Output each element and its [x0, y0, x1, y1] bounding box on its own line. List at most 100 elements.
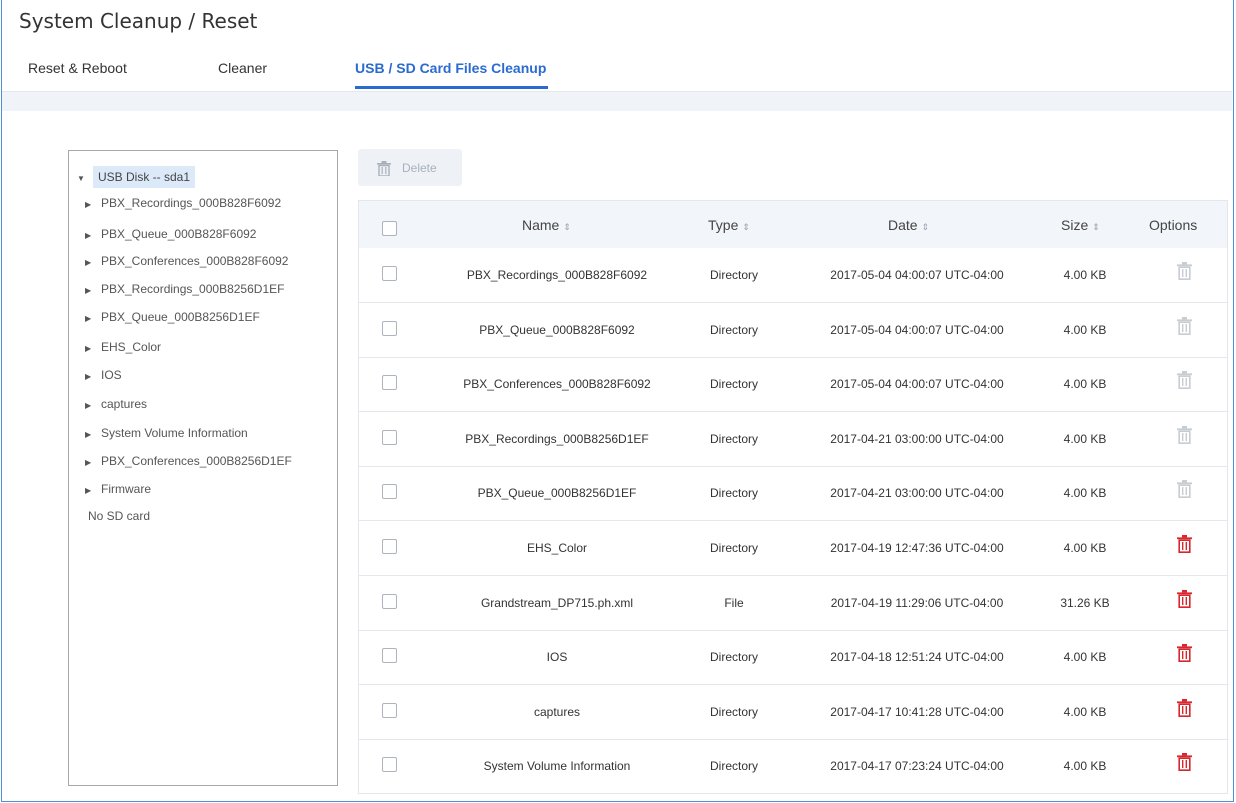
cell-name: IOS	[546, 650, 568, 665]
row-checkbox[interactable]	[382, 539, 397, 554]
table-row[interactable]: PBX_Recordings_000B828F6092 Directory 2017…	[359, 248, 1227, 303]
row-checkbox[interactable]	[382, 266, 397, 281]
cell-date: 2017-04-19 11:29:06 UTC-04:00	[830, 595, 1004, 610]
cell-name: System Volume Information	[483, 759, 631, 774]
tab-reset-reboot[interactable]: Reset & Reboot	[28, 60, 127, 76]
tree-item[interactable]: ▶ PBX_Conferences_000B8256D1EF	[85, 451, 292, 471]
trash-icon	[1177, 262, 1192, 283]
cell-size: 4.00 KB	[1063, 486, 1107, 501]
cell-name: Grandstream_DP715.ph.xml	[480, 595, 634, 610]
caret-right-icon[interactable]: ▶	[85, 195, 97, 215]
table-row[interactable]: PBX_Conferences_000B828F6092 Directory 201…	[359, 357, 1227, 413]
caret-right-icon[interactable]: ▶	[85, 396, 97, 416]
cell-type: Directory	[709, 431, 758, 446]
caret-right-icon[interactable]: ▶	[85, 226, 97, 246]
table-row[interactable]: Grandstream_DP715.ph.xml File 2017-04-19 1…	[359, 576, 1227, 631]
trash-icon[interactable]	[1177, 698, 1192, 720]
row-checkbox[interactable]	[382, 375, 397, 391]
tree-item[interactable]: ▶ PBX_Recordings_000B8256D1EF	[85, 279, 284, 299]
caret-down-icon[interactable]: ▼	[77, 168, 87, 190]
caret-right-icon[interactable]: ▶	[85, 453, 97, 473]
table-row[interactable]: IOS Directory 2017-04-18 12:51:24 UTC-04:0…	[359, 630, 1227, 686]
tree-item[interactable]: ▶ PBX_Recordings_000B828F6092	[85, 193, 281, 213]
tree-item-label: PBX_Conferences_000B8256D1EF	[101, 454, 292, 468]
file-tree-panel: ▼ USB Disk -- sda1 ▶ PBX_Recordings_000B82…	[68, 150, 338, 786]
tree-item[interactable]: ▶ PBX_Conferences_000B828F6092	[85, 251, 288, 271]
delete-button-label: Delete	[402, 161, 437, 175]
header-date[interactable]: Date ⇕	[888, 217, 929, 233]
cell-name: PBX_Queue_000B828F6092	[479, 322, 635, 337]
row-checkbox[interactable]	[382, 648, 397, 664]
tree-item-label: PBX_Conferences_000B828F6092	[101, 254, 289, 268]
table-row[interactable]: PBX_Queue_000B828F6092 Directory 2017-05-0…	[359, 303, 1227, 358]
table-row[interactable]: System Volume Information Directory 2017-0…	[359, 739, 1227, 795]
cell-date: 2017-04-18 12:51:24 UTC-04:00	[830, 650, 1004, 665]
header-size[interactable]: Size ⇕	[1061, 217, 1100, 233]
caret-right-icon[interactable]: ▶	[85, 281, 97, 301]
delete-button[interactable]: Delete	[358, 149, 462, 186]
table-row[interactable]: EHS_Color Directory 2017-04-19 12:47:36 UT…	[359, 521, 1227, 576]
table-row[interactable]: PBX_Queue_000B8256D1EF Directory 2017-04-2…	[359, 466, 1227, 522]
row-checkbox[interactable]	[382, 757, 397, 773]
row-checkbox[interactable]	[382, 484, 397, 500]
trash-icon[interactable]	[1177, 753, 1192, 774]
caret-right-icon[interactable]: ▶	[85, 425, 97, 445]
caret-right-icon[interactable]: ▶	[85, 367, 97, 387]
row-checkbox[interactable]	[382, 320, 397, 336]
trash-icon[interactable]	[1177, 644, 1192, 665]
page-title: System Cleanup / Reset	[19, 9, 258, 33]
sort-icon: ⇕	[921, 222, 930, 232]
trash-icon	[1177, 480, 1192, 501]
tab-cleaner[interactable]: Cleaner	[218, 60, 267, 76]
select-all-checkbox[interactable]	[382, 221, 397, 236]
header-name[interactable]: Name ⇕	[522, 217, 571, 233]
trash-icon[interactable]	[1177, 589, 1192, 611]
cell-name: PBX_Conferences_000B828F6092	[463, 377, 651, 392]
trash-icon	[377, 161, 391, 176]
cell-type: Directory	[709, 650, 758, 665]
header-type-label: Type	[708, 217, 739, 233]
cell-date: 2017-04-21 03:00:00 UTC-04:00	[830, 431, 1004, 446]
cell-date: 2017-04-19 12:47:36 UTC-04:00	[830, 541, 1004, 555]
trash-icon	[1177, 316, 1192, 338]
tab-usb-sd-cleanup[interactable]: USB / SD Card Files Cleanup	[355, 60, 549, 89]
caret-right-icon[interactable]: ▶	[85, 339, 97, 359]
tree-item[interactable]: ▶ System Volume Information	[85, 423, 248, 443]
cell-size: 4.00 KB	[1063, 704, 1107, 719]
tree-item[interactable]: ▶ EHS_Color	[85, 337, 161, 357]
trash-icon[interactable]	[1177, 535, 1192, 556]
header-type[interactable]: Type ⇕	[708, 217, 750, 233]
header-options: Options	[1149, 217, 1198, 233]
tree-item-label: PBX_Recordings_000B8256D1EF	[101, 282, 285, 296]
no-sd-card-label: No SD card	[88, 509, 151, 523]
tree-root-item[interactable]: ▼ USB Disk -- sda1	[77, 166, 196, 190]
caret-right-icon[interactable]: ▶	[85, 253, 97, 273]
header-name-label: Name	[522, 217, 560, 233]
cell-type: Directory	[709, 377, 758, 392]
tree-item[interactable]: ▶ captures	[85, 394, 147, 414]
row-checkbox[interactable]	[382, 593, 397, 609]
cell-type: Directory	[709, 704, 758, 719]
caret-right-icon[interactable]: ▶	[85, 481, 97, 501]
tree-item[interactable]: ▶ PBX_Queue_000B828F6092	[85, 224, 256, 244]
sort-icon: ⇕	[563, 222, 571, 232]
tree-item[interactable]: ▶ IOS	[85, 365, 122, 385]
cell-name: PBX_Queue_000B8256D1EF	[477, 486, 637, 501]
cell-size: 4.00 KB	[1063, 759, 1107, 774]
row-checkbox[interactable]	[382, 702, 397, 718]
tree-item[interactable]: ▶ Firmware	[85, 479, 151, 499]
table-row[interactable]: PBX_Recordings_000B8256D1EF Directory 2017…	[359, 412, 1227, 467]
cell-date: 2017-04-21 03:00:00 UTC-04:00	[830, 486, 1004, 501]
tree-item-label: PBX_Recordings_000B828F6092	[101, 196, 282, 210]
caret-right-icon[interactable]: ▶	[85, 309, 97, 329]
cell-date: 2017-05-04 04:00:07 UTC-04:00	[830, 268, 1004, 282]
cell-type: Directory	[709, 541, 758, 555]
row-checkbox[interactable]	[382, 429, 397, 445]
table-row[interactable]: captures Directory 2017-04-17 10:41:28 UTC…	[359, 685, 1227, 740]
cell-type: File	[724, 595, 744, 610]
tree-item-label: PBX_Queue_000B828F6092	[101, 227, 257, 241]
tree-item-label: PBX_Queue_000B8256D1EF	[101, 310, 260, 324]
tree-root-label[interactable]: USB Disk -- sda1	[93, 166, 196, 188]
cell-type: Directory	[709, 322, 758, 337]
tree-item[interactable]: ▶ PBX_Queue_000B8256D1EF	[85, 307, 260, 327]
